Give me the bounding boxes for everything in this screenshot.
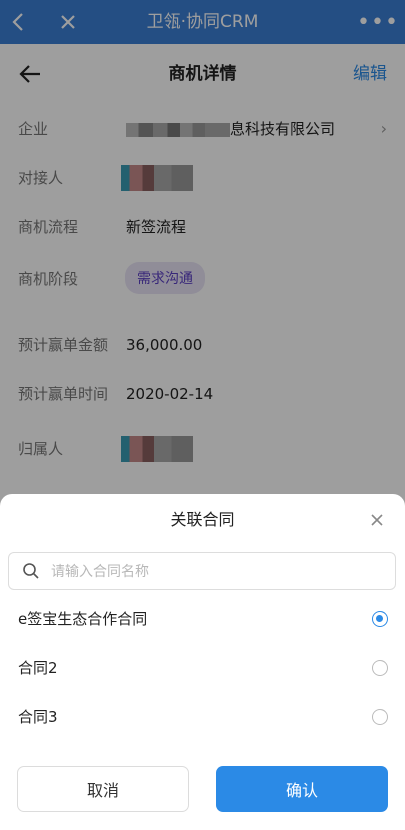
contract-option[interactable]: e签宝生态合作合同 <box>0 595 405 644</box>
contract-search-input[interactable] <box>49 554 383 590</box>
close-icon[interactable] <box>367 510 387 530</box>
radio-selected[interactable] <box>372 611 388 627</box>
radio-unselected[interactable] <box>372 660 388 676</box>
sheet-title: 关联合同 <box>170 510 235 529</box>
contract-option[interactable]: 合同3 <box>0 693 405 742</box>
link-contract-sheet: 关联合同 e签宝生态合作合同 合同2 合同3 取消 确认 <box>0 494 405 830</box>
contract-option-label: 合同2 <box>18 659 58 677</box>
radio-unselected[interactable] <box>372 709 388 725</box>
search-box <box>8 552 396 590</box>
cancel-button[interactable]: 取消 <box>17 766 189 812</box>
contract-option-label: 合同3 <box>18 708 58 726</box>
confirm-button[interactable]: 确认 <box>216 766 388 812</box>
search-icon <box>23 563 39 579</box>
contract-option[interactable]: 合同2 <box>0 644 405 693</box>
contract-option-label: e签宝生态合作合同 <box>18 610 148 628</box>
